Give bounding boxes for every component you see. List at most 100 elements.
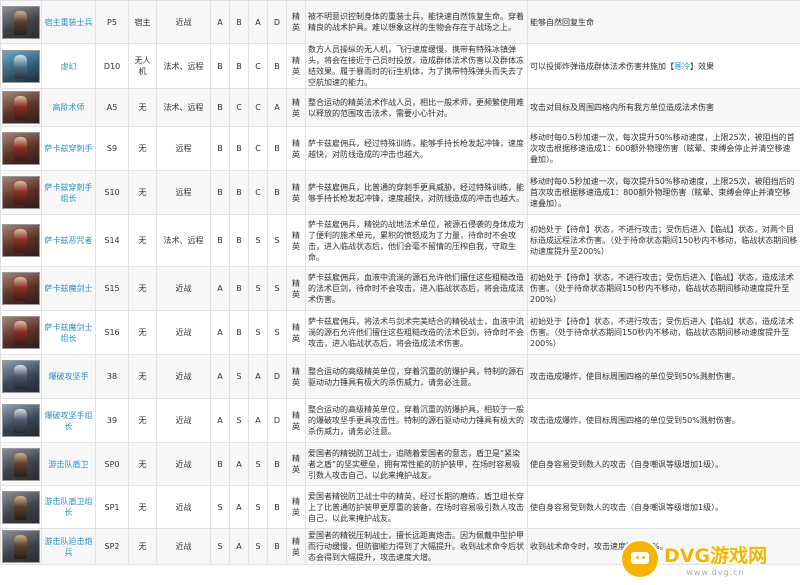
sarkaz-caster-portrait — [2, 224, 40, 257]
enemy-description: 数方人员操纵的无人机，飞行速度缓慢，携带有特殊冰镇弹头，将会在接近于己员时投放，… — [305, 43, 528, 89]
enemy-code: S16 — [95, 310, 129, 355]
enemy-description: 爱国者精锐防卫战士中的精英，经过长期的磨练，盾卫组长穿上了比普通防护装甲更厚重的… — [305, 485, 528, 529]
stat-rating: B — [229, 43, 249, 89]
enemy-name-link[interactable]: 虚幻 — [41, 43, 96, 89]
enemy-code: S10 — [95, 170, 129, 215]
enemy-level: 精英 — [286, 398, 306, 443]
stat-rating: D — [267, 398, 287, 443]
stat-rating: S — [248, 266, 268, 311]
sarkaz-spearman-leader-portrait — [2, 176, 40, 209]
stat-rating: S — [229, 398, 249, 443]
enemy-name-link[interactable]: 萨卡兹穿刺手 — [41, 126, 96, 171]
attack-type: 法术、远程 — [156, 88, 211, 127]
stat-rating: S — [210, 528, 230, 565]
hooded-soldier-portrait — [2, 5, 40, 39]
stat-rating: S — [248, 528, 268, 565]
stat-rating: S — [248, 485, 268, 529]
stat-rating: D — [267, 354, 287, 399]
enemy-code: SP2 — [95, 528, 129, 565]
portrait-cell — [0, 485, 42, 529]
enemy-description: 被不明意识控制身体的重装士兵，能快速自然恢复生命。穿着精良的战术护具。难以想象这… — [305, 0, 528, 44]
attack-type: 法术、远程 — [156, 43, 211, 89]
stat-rating: B — [210, 442, 230, 486]
enemy-name-link[interactable]: 萨卡兹魔剑士组长 — [41, 310, 96, 355]
portrait-cell — [0, 214, 42, 267]
enemy-code: S15 — [95, 266, 129, 311]
demolition-leader-portrait — [2, 404, 40, 437]
table-row: 虚幻 D10 无人机 法术、远程 B B C B 精英 数方人员操纵的无人机，飞行速度缓慢，携带有… — [0, 43, 800, 89]
stat-rating: S — [248, 442, 268, 486]
enemy-level: 精英 — [286, 126, 306, 171]
enemy-name-link[interactable]: 萨卡兹穿刺手组长 — [41, 170, 96, 215]
enemy-code: S9 — [95, 126, 129, 171]
stat-rating: C — [248, 43, 268, 89]
attack-type: 法术、远程 — [156, 214, 211, 267]
enemy-description: 整合运动的精英法术作战人员，相比一般术师，更频繁使用难以释放的范围攻击法术，需要… — [305, 88, 528, 127]
status-effect-link[interactable]: 寒冷 — [674, 62, 690, 71]
enemy-description: 萨卡兹雇佣兵，精锐的战地法术单位，被源石侵袭的身体成为了便利的施术单元，累积的愤… — [305, 214, 528, 267]
enemy-attribute: 无 — [128, 442, 157, 486]
attack-type: 近战 — [156, 266, 211, 311]
enemy-attribute: 无 — [128, 126, 157, 171]
stat-rating: A — [210, 398, 230, 443]
enemy-level: 精英 — [286, 214, 306, 267]
stat-rating: B — [267, 170, 287, 215]
enemy-level: 精英 — [286, 0, 306, 44]
enemy-level: 精英 — [286, 88, 306, 127]
enemy-ability: 攻击造成爆炸，使目标周围四格的单位受到50%溅射伤害。 — [527, 398, 800, 443]
enemy-attribute: 无 — [128, 214, 157, 267]
enemy-description: 整合运动的高级精英单位，穿着沉重的防爆护具，相较于一般的爆破攻坚手更具攻击性。特… — [305, 398, 528, 443]
stat-rating: B — [267, 485, 287, 529]
enemy-ability: 移动时每0.5秒加速一次，每次提升50%移动速度，上限25次，被阻挡后的首次攻击… — [527, 170, 800, 215]
attack-type: 近战 — [156, 310, 211, 355]
table-row: 萨卡兹魔剑士 S15 无近战 A B S S 精英 萨卡兹雇佣兵，血液中流淌的源石允许他们擅住这… — [0, 266, 800, 311]
enemy-ability: 使自身容易受到数人的攻击（自身嘲讽等级增加1级）。 — [527, 485, 800, 529]
attack-type: 近战 — [156, 528, 211, 565]
portrait-cell — [0, 398, 42, 443]
stat-rating: C — [248, 88, 268, 127]
table-row: 游击队盾卫 SP0 无近战 B A S B 精英 爱国者的精锐防卫战士，追随着爱国者的意志，盾卫… — [0, 442, 800, 486]
enemy-name-link[interactable]: 萨卡兹魔剑士 — [41, 266, 96, 311]
stat-rating: S — [267, 266, 287, 311]
drone-portrait — [2, 49, 40, 83]
table-row: 爆破攻坚手 38 无近战 A S A D 精英 整合运动的高级精英单位，穿着沉重的防爆护具，特制… — [0, 354, 800, 399]
enemy-name-link[interactable]: 游击队盾卫 — [41, 442, 96, 486]
attack-type: 近战 — [156, 0, 211, 44]
sarkaz-spearman-portrait — [2, 132, 40, 165]
enemy-attribute: 无人机 — [128, 43, 157, 89]
stat-rating: A — [210, 310, 230, 355]
enemy-attribute: 无 — [128, 354, 157, 399]
enemy-name-link[interactable]: 宿主重装士兵 — [41, 0, 96, 44]
enemy-attribute: 宿主 — [128, 0, 157, 44]
portrait-cell — [0, 266, 42, 311]
guerrilla-shield-guard-portrait — [2, 447, 40, 481]
enemy-name-link[interactable]: 爆破攻坚手组长 — [41, 398, 96, 443]
enemy-level: 精英 — [286, 485, 306, 529]
enemy-level: 精英 — [286, 310, 306, 355]
enemy-name-link[interactable]: 萨卡兹恶咒者 — [41, 214, 96, 267]
enemy-name-link[interactable]: 游击队迫击炮兵 — [41, 528, 96, 565]
stat-rating: A — [248, 354, 268, 399]
stat-rating: C — [229, 88, 249, 127]
stat-rating: B — [267, 528, 287, 565]
stat-rating: A — [210, 354, 230, 399]
stat-rating: B — [210, 170, 230, 215]
stat-rating: B — [267, 126, 287, 171]
enemy-attribute: 无 — [128, 485, 157, 529]
enemy-attribute: 无 — [128, 88, 157, 127]
portrait-cell — [0, 88, 42, 127]
enemy-name-link[interactable]: 高阶术师 — [41, 88, 96, 127]
enemy-name-link[interactable]: 游击队盾卫组长 — [41, 485, 96, 529]
enemy-name-link[interactable]: 爆破攻坚手 — [41, 354, 96, 399]
enemy-code: 38 — [95, 354, 129, 399]
table-row: 萨卡兹魔剑士组长 S16 无近战 A B S S 精英 萨卡兹雇佣兵，将法术与剑术完美结合的精锐… — [0, 310, 800, 355]
guerrilla-assault-portrait — [2, 530, 40, 563]
stat-rating: D — [267, 0, 287, 44]
portrait-cell — [0, 528, 42, 565]
portrait-cell — [0, 43, 42, 89]
stat-rating: B — [229, 266, 249, 311]
enemy-ability: 初始处于【待命】状态，不进行攻击；受伤后进入【临战】状态，对两个目标造成远程法术… — [527, 214, 800, 267]
table-row: 萨卡兹穿刺手组长 S10 无远程 B B C B 精英 萨卡兹雇佣兵，比普通的穿刺手更具威胁，经… — [0, 170, 800, 215]
enemy-description: 爱国者的精锐防卫战士，追随着爱国者的意志，盾卫是“紧染者之盾”的坚实壁垒，拥有常… — [305, 442, 528, 486]
enemy-attribute: 无 — [128, 266, 157, 311]
